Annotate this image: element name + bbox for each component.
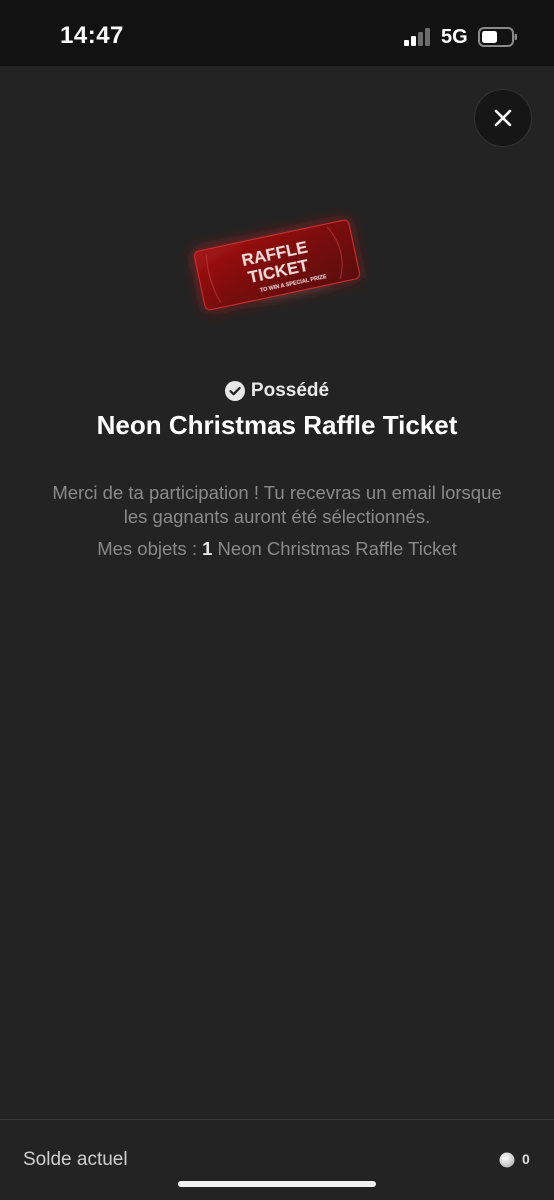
owned-count-prefix: Mes objets : [97, 538, 203, 559]
close-button[interactable] [474, 89, 532, 147]
network-label: 5G [441, 26, 468, 48]
status-bar: 14:47 5G [0, 0, 554, 66]
owned-status-label: Possédé [250, 380, 330, 401]
item-title: Neon Christmas Raffle Ticket [96, 410, 458, 440]
footer-divider [0, 1119, 554, 1120]
close-icon [494, 109, 512, 127]
raffle-ticket-image: RAFFLE TICKET TO WIN A SPECIAL PRIZE [193, 219, 361, 311]
coin-icon [499, 1152, 515, 1168]
balance-label: Solde actuel [23, 1149, 128, 1170]
item-description: Merci de ta participation ! Tu recevras … [52, 482, 502, 527]
check-circle-icon [224, 381, 245, 401]
item-detail-screen: 14:47 5G RAFFLE TICKET TO WIN A SPECIAL … [0, 0, 554, 1200]
status-time: 14:47 [60, 22, 124, 49]
owned-count-item-name: Neon Christmas Raffle Ticket [212, 538, 457, 559]
owned-count-number: 1 [202, 538, 213, 559]
owned-badge: Possédé [0, 380, 554, 402]
signal-icon [404, 28, 430, 46]
battery-icon [478, 27, 517, 47]
balance-value: 0 [522, 1151, 530, 1167]
owned-count: Mes objets : 1 Neon Christmas Raffle Tic… [0, 538, 554, 560]
home-indicator[interactable] [178, 1181, 376, 1187]
